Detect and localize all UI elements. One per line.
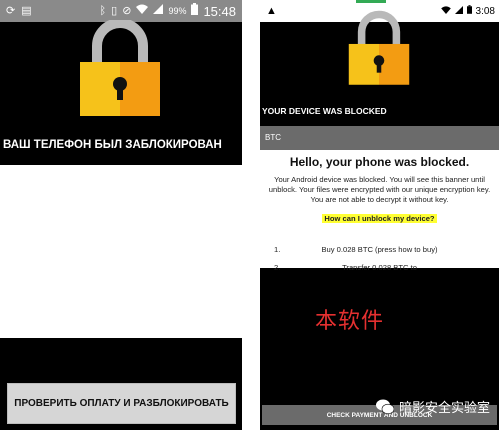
ransom-message: Your Android device was blocked. You wil… bbox=[268, 175, 491, 204]
padlock-icon bbox=[348, 10, 410, 85]
status-time: 3:08 bbox=[475, 5, 495, 17]
status-bar: ⟳ ▤ ᛒ ▯ ⊘ 99% 15:48 bbox=[0, 0, 242, 22]
overlay-text: 本软件 bbox=[315, 309, 385, 334]
check-payment-button[interactable]: ПРОВЕРИТЬ ОПЛАТУ И РАЗБЛОКИРОВАТЬ bbox=[7, 383, 236, 424]
battery-icon bbox=[466, 4, 472, 18]
how-to-unblock-link[interactable]: How can I unblock my device? bbox=[322, 214, 437, 223]
bluetooth-icon: ᛒ bbox=[99, 5, 107, 17]
step-text: Buy 0.028 BTC (press how to buy) bbox=[321, 245, 438, 254]
wifi-icon bbox=[136, 4, 149, 18]
left-phone-screen: ⟳ ▤ ᛒ ▯ ⊘ 99% 15:48 ВАШ ТЕЛЕФОН БЫЛ ЗАБЛ… bbox=[0, 0, 242, 430]
battery-icon bbox=[191, 3, 199, 19]
vibrate-icon: ▯ bbox=[111, 5, 118, 17]
ransom-message-panel: Hello, your phone was blocked. Your Andr… bbox=[260, 150, 499, 272]
sync-icon: ⟳ bbox=[6, 5, 16, 17]
right-phone-screen: ▲ 3:08 YOUR DEVICE WAS BLOCKED BTC Hello… bbox=[260, 0, 499, 430]
watermark: 暗影安全实验室 bbox=[376, 397, 490, 416]
signal-icon bbox=[454, 4, 463, 18]
content-panel bbox=[0, 165, 242, 338]
warning-icon: ▲ bbox=[266, 5, 277, 17]
notification-indicator bbox=[356, 0, 386, 3]
step-text: Transfer 0.028 BTC to bbox=[342, 263, 417, 272]
signal-icon bbox=[153, 4, 164, 18]
padlock-icon bbox=[80, 20, 160, 116]
btc-tab[interactable]: BTC bbox=[260, 126, 499, 150]
no-sim-icon: ⊘ bbox=[122, 5, 132, 17]
status-time: 15:48 bbox=[203, 3, 236, 19]
wechat-icon bbox=[376, 399, 394, 414]
watermark-text: 暗影安全实验室 bbox=[399, 400, 491, 415]
ransom-heading: Hello, your phone was blocked. bbox=[289, 155, 470, 169]
wifi-icon bbox=[440, 4, 451, 18]
battery-level: 99% bbox=[168, 6, 187, 16]
blocked-title: YOUR DEVICE WAS BLOCKED bbox=[262, 106, 387, 116]
document-icon: ▤ bbox=[21, 5, 32, 17]
blocked-title: ВАШ ТЕЛЕФОН БЫЛ ЗАБЛОКИРОВАН bbox=[3, 139, 222, 151]
